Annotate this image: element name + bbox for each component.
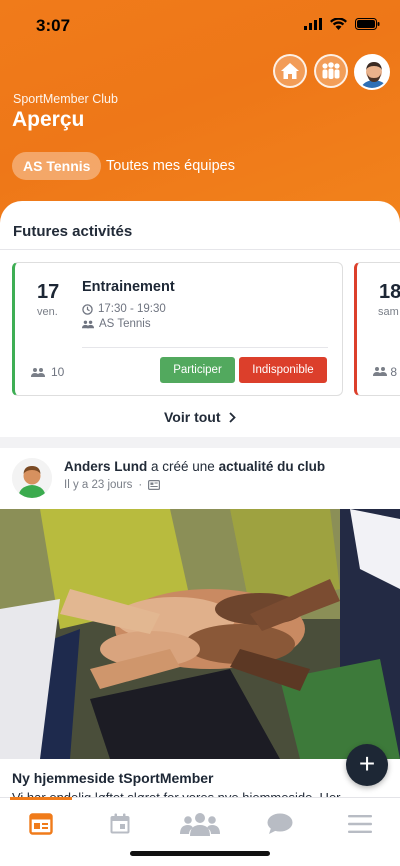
post-time: Il y a 23 jours xyxy=(64,479,133,491)
clock-icon xyxy=(82,303,93,315)
calendar-icon xyxy=(110,813,130,834)
author-avatar xyxy=(12,458,52,498)
activity-time-row: 17:30 - 19:30 xyxy=(82,303,166,315)
activity-card[interactable]: 18 sam 8 xyxy=(354,262,400,396)
status-bar: 3:07 xyxy=(0,14,400,38)
home-icon xyxy=(281,63,299,79)
post-object: actualité du club xyxy=(218,459,326,474)
upcoming-activities-section: Futures activités 17 ven. Entrainement 1… xyxy=(0,201,400,437)
members-icon xyxy=(180,813,220,836)
post-time-row: Il y a 23 jours · xyxy=(64,479,161,491)
battery-icon xyxy=(355,18,380,30)
participants-number: 8 xyxy=(390,365,398,379)
activity-time: 17:30 - 19:30 xyxy=(98,303,166,315)
see-all-link[interactable]: Voir tout xyxy=(164,409,236,425)
signal-icon xyxy=(304,18,322,30)
home-button[interactable] xyxy=(273,54,307,88)
group-icon xyxy=(82,320,94,329)
activity-weekday: ven. xyxy=(37,306,58,318)
activity-card[interactable]: 17 ven. Entrainement 17:30 - 19:30 AS Te… xyxy=(12,262,343,396)
tab-members[interactable] xyxy=(180,810,220,838)
news-icon xyxy=(148,480,161,490)
club-name: SportMember Club xyxy=(13,92,118,106)
tab-calendar[interactable] xyxy=(100,810,140,838)
participate-button[interactable]: Participer xyxy=(160,357,235,383)
activity-day: 17 xyxy=(37,281,60,303)
chevron-right-icon xyxy=(228,411,236,423)
section-title: Futures activités xyxy=(13,223,133,240)
filter-chip-all-teams[interactable]: Toutes mes équipes xyxy=(106,152,235,180)
activity-day: 18 xyxy=(379,281,400,303)
activity-weekday: sam xyxy=(378,306,399,318)
participants-icon xyxy=(373,367,387,376)
team-hands-image xyxy=(0,509,400,759)
divider xyxy=(0,249,400,250)
teams-button[interactable] xyxy=(314,54,348,88)
participants-count: 8 xyxy=(373,365,397,379)
tab-menu[interactable] xyxy=(340,810,380,838)
post-header: Anders Lund a créé une actualité du club xyxy=(64,459,325,474)
participants-number: 10 xyxy=(51,365,65,379)
card-divider xyxy=(82,347,328,348)
post-action: a créé une xyxy=(151,459,215,474)
add-button[interactable]: + xyxy=(346,744,388,786)
post-author-avatar[interactable] xyxy=(12,458,52,498)
status-time: 3:07 xyxy=(36,16,71,35)
profile-avatar[interactable] xyxy=(354,54,390,90)
see-all-label: Voir tout xyxy=(164,409,221,425)
status-icons xyxy=(304,18,380,30)
wifi-icon xyxy=(330,18,347,30)
page-title: Aperçu xyxy=(12,108,85,131)
team-icon xyxy=(322,62,340,79)
chat-icon xyxy=(267,813,293,834)
filter-chip-as-tennis[interactable]: AS Tennis xyxy=(12,152,102,180)
avatar xyxy=(356,56,388,88)
header: 3:07 SportMember Club Aperçu AS Tennis T… xyxy=(0,0,400,230)
post-image[interactable] xyxy=(0,509,400,759)
participants-icon xyxy=(31,368,45,377)
post-author[interactable]: Anders Lund xyxy=(64,459,147,474)
tab-overview[interactable] xyxy=(21,810,61,838)
unavailable-button[interactable]: Indisponible xyxy=(239,357,327,383)
overview-icon xyxy=(29,813,53,835)
tab-chat[interactable] xyxy=(260,810,300,838)
post-title[interactable]: Ny hjemmeside tSportMember xyxy=(12,770,214,786)
activity-title: Entrainement xyxy=(82,279,175,295)
activity-team-row: AS Tennis xyxy=(82,318,151,330)
active-tab-indicator xyxy=(10,797,72,800)
home-indicator xyxy=(130,851,270,856)
participants-count: 10 xyxy=(31,365,64,379)
activity-team: AS Tennis xyxy=(99,318,151,330)
menu-icon xyxy=(348,815,372,833)
